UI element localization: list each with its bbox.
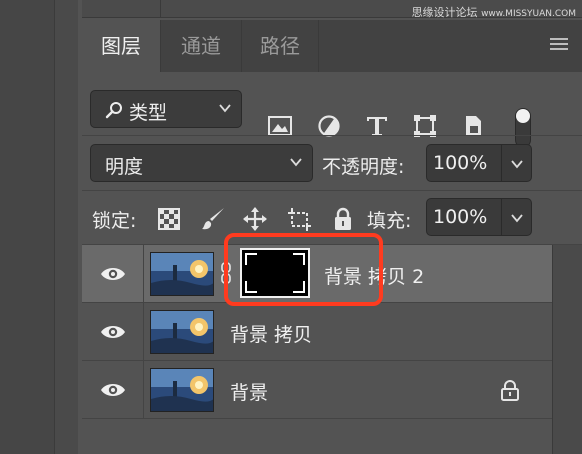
lock-label: 锁定: — [92, 210, 137, 232]
chevron-down-icon — [511, 214, 523, 223]
divider — [82, 190, 582, 191]
lock-artboard-icon[interactable] — [286, 206, 312, 232]
visibility-toggle[interactable] — [82, 303, 144, 361]
layer-name[interactable]: 背景 拷贝 — [230, 320, 312, 347]
layer-thumbnail[interactable] — [150, 368, 214, 412]
lock-transparent-icon[interactable] — [156, 206, 182, 232]
opacity-label: 不透明度: — [322, 156, 405, 178]
opacity-input[interactable]: 100% — [426, 144, 502, 182]
watermark-site: www.MISSYUAN.COM — [481, 9, 576, 19]
watermark: 思缘设计论坛 www.MISSYUAN.COM — [412, 4, 576, 20]
filter-kind-label: 类型 — [129, 102, 168, 124]
eye-icon — [101, 268, 125, 280]
lock-all-icon[interactable] — [330, 206, 356, 232]
hamburger-icon[interactable] — [550, 38, 568, 52]
blend-mode-label: 明度 — [105, 156, 144, 178]
watermark-brand: 思缘设计论坛 — [411, 6, 478, 19]
chevron-down-icon — [219, 104, 231, 113]
left-dock-strip — [54, 0, 78, 454]
left-dock — [0, 0, 78, 454]
opacity-slider-button[interactable] — [502, 144, 532, 182]
eye-icon — [101, 384, 125, 396]
strip-divider — [160, 0, 161, 18]
filter-toggle[interactable] — [515, 108, 531, 148]
layer-name[interactable]: 背景 — [230, 378, 268, 405]
layer-list-scrollbar[interactable] — [552, 245, 582, 454]
visibility-toggle[interactable] — [82, 245, 144, 303]
search-icon — [105, 102, 122, 119]
chevron-down-icon — [511, 160, 523, 169]
eye-icon — [101, 326, 125, 338]
fill-value: 100% — [433, 206, 488, 228]
tab-divider — [318, 20, 319, 72]
opacity-value: 100% — [433, 152, 488, 174]
layer-row[interactable]: 背景 拷贝 — [82, 303, 552, 361]
lock-icon[interactable] — [500, 379, 520, 401]
visibility-toggle[interactable] — [82, 361, 144, 419]
fill-input[interactable]: 100% — [426, 198, 502, 236]
tab-channels[interactable]: 通道 — [161, 20, 241, 72]
fill-slider-button[interactable] — [502, 198, 532, 236]
divider — [82, 135, 582, 136]
lock-paint-icon[interactable] — [200, 206, 226, 232]
fill-label: 填充: — [367, 210, 412, 232]
panel-tab-bar: 图层 通道 路径 — [82, 20, 582, 72]
layer-thumbnail[interactable] — [150, 252, 214, 296]
layer-thumbnail[interactable] — [150, 310, 214, 354]
annotation-highlight-box — [224, 233, 383, 306]
chevron-down-icon — [290, 158, 302, 167]
toggle-knob — [516, 109, 530, 123]
filter-kind-dropdown[interactable]: 类型 — [90, 90, 242, 128]
blend-mode-dropdown[interactable]: 明度 — [90, 144, 313, 182]
tab-layers[interactable]: 图层 — [82, 20, 160, 72]
lock-position-icon[interactable] — [242, 206, 268, 232]
layer-row[interactable]: 背景 — [82, 361, 552, 419]
tab-paths[interactable]: 路径 — [242, 20, 318, 72]
